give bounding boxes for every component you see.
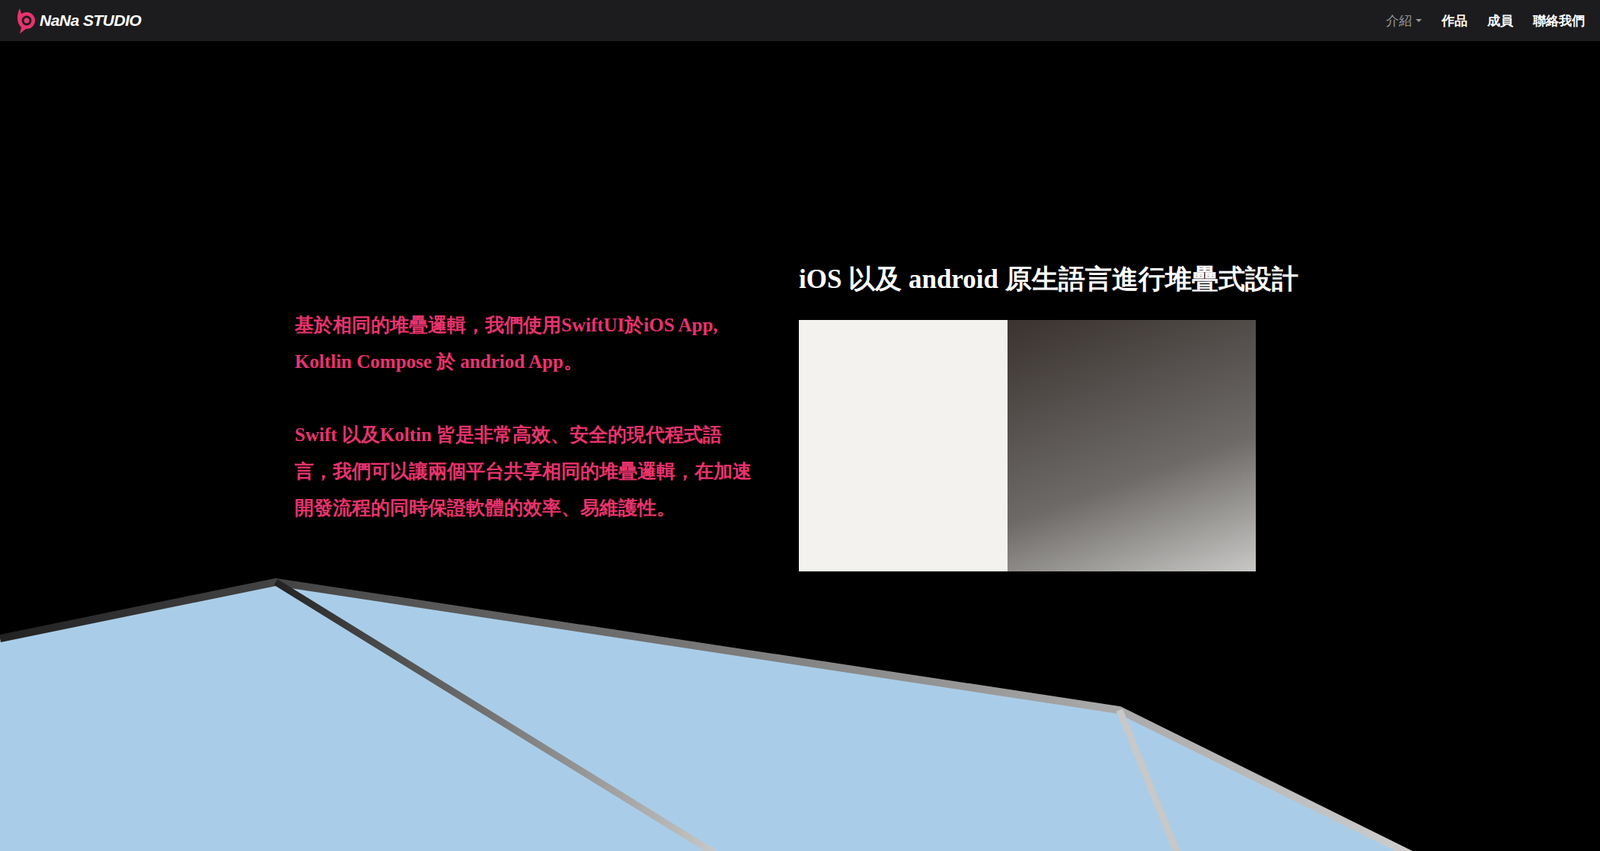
brand-name: NaNa STUDIO	[39, 11, 141, 30]
hero-description: 基於相同的堆疊邏輯，我們使用SwiftUI於iOS App, Koltlin C…	[294, 306, 752, 527]
nav-item[interactable]: 聯絡我們	[1532, 12, 1585, 30]
nav-item[interactable]: 介紹	[1386, 12, 1422, 30]
nav-item[interactable]: 成員	[1487, 12, 1514, 30]
stacking-design-photo	[798, 319, 1256, 572]
caret-down-icon	[1415, 19, 1422, 23]
hero-section: 基於相同的堆疊邏輯，我們使用SwiftUI於iOS App, Koltlin C…	[0, 41, 1600, 572]
hero-media: iOS 以及 android 原生語言進行堆疊式設計	[798, 261, 1258, 572]
decorative-polygon	[0, 571, 1600, 851]
hero-title: iOS 以及 android 原生語言進行堆疊式設計	[798, 261, 1258, 298]
swirl-logo-icon	[15, 6, 37, 35]
hero-paragraph: 基於相同的堆疊邏輯，我們使用SwiftUI於iOS App, Koltlin C…	[294, 306, 752, 381]
nav-item-label: 作品	[1441, 12, 1468, 30]
navbar: NaNa STUDIO 介紹 作品 成員聯絡我們	[0, 0, 1600, 42]
nav-item-label: 介紹	[1386, 12, 1412, 30]
page: NaNa STUDIO 介紹 作品 成員聯絡我們基於相同的堆疊邏輯，我們使用Swift…	[0, 0, 1600, 851]
nav-item-label: 成員	[1487, 12, 1514, 30]
hero-paragraph: Swift 以及Koltin 皆是非常高效、安全的現代程式語言，我們可以讓兩個平…	[294, 416, 752, 527]
nav-item[interactable]: 作品	[1441, 12, 1468, 30]
brand-logo[interactable]: NaNa STUDIO	[15, 6, 141, 35]
nav-item-label: 聯絡我們	[1532, 12, 1585, 30]
nav-menu: 介紹 作品 成員聯絡我們	[1386, 12, 1585, 30]
